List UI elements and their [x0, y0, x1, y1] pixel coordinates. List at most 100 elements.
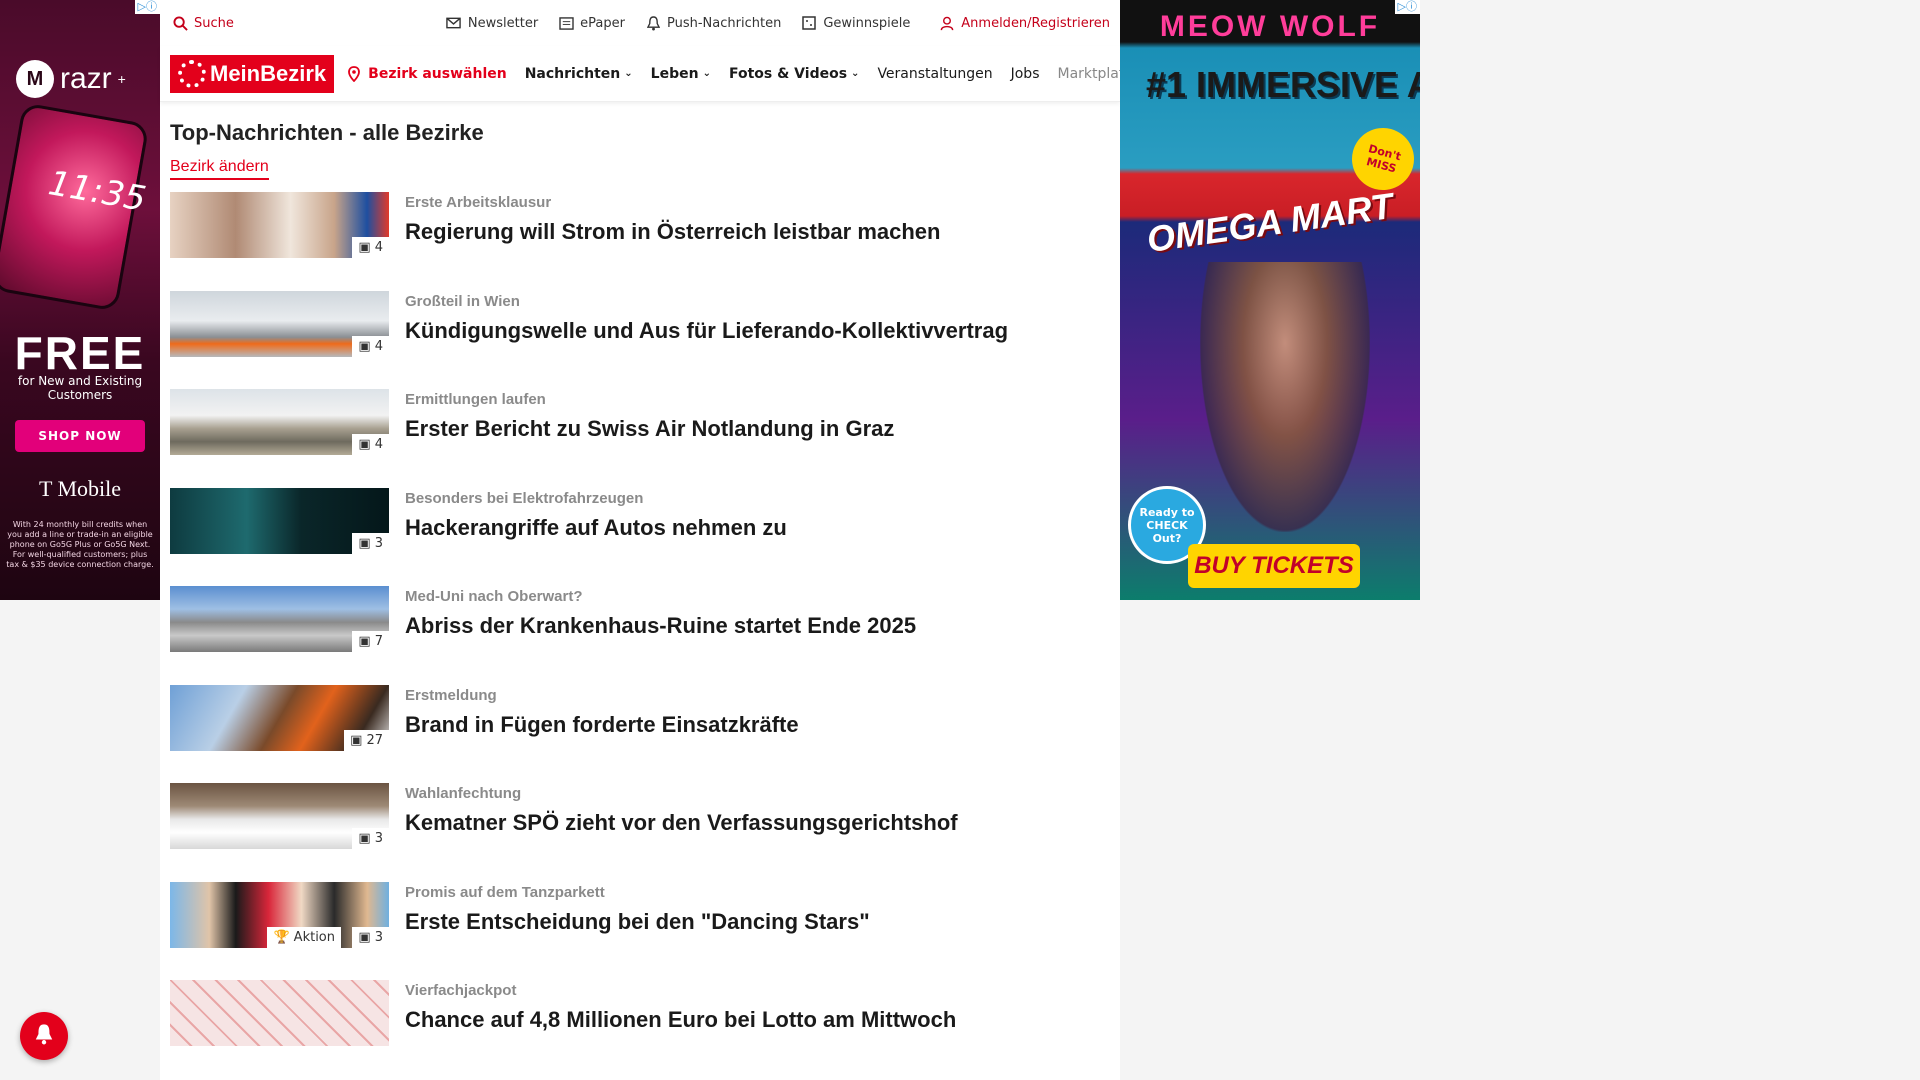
article-kicker: Wahlanfechtung [405, 785, 522, 802]
ad-buy-tickets-button[interactable]: BUY TICKETS [1188, 544, 1360, 588]
article-kicker: Großteil in Wien [405, 292, 520, 310]
article-thumbnail[interactable]: ▣ 4 [170, 290, 389, 357]
chevron-down-icon: ⌄ [702, 68, 711, 79]
nav-item-marktplatz[interactable]: Marktplatz [1057, 66, 1120, 82]
change-district-link[interactable]: Bezirk ändern [170, 158, 269, 180]
article-item[interactable]: ▣ 4 Großteil in Wien Kündigungswelle und A… [170, 290, 1110, 390]
image-gallery-icon: ▣ [358, 437, 371, 452]
search-link[interactable]: Suche [172, 15, 234, 31]
article-kicker: Erste Arbeitsklausur [405, 194, 552, 211]
user-icon [939, 15, 955, 31]
article-headline[interactable]: Kematner SPÖ zieht vor den Verfassungsge… [405, 810, 958, 836]
article-list: ▣ 4 Erste Arbeitsklausur Regierung will St… [170, 192, 1110, 1079]
article-thumbnail[interactable]: ▣ 27 [170, 684, 389, 751]
ad-brand: MEOW WOLF [1159, 10, 1381, 43]
article-thumbnail[interactable]: ▣ 3 [170, 783, 389, 849]
right-advertisement[interactable]: ▷ⓘ MEOW WOLF #1 IMMERSIVE ATTRACTION IN … [1120, 0, 1420, 600]
top-utility-bar: Suche Newsletter ePaper Push-Nachrichten… [160, 0, 1120, 46]
nav-item-jobs[interactable]: Jobs [1011, 66, 1040, 82]
bell-icon [645, 15, 661, 31]
article-thumbnail[interactable] [170, 980, 389, 1046]
image-gallery-icon: ▣ [350, 732, 363, 748]
ad-omega-mart-logo: OMEGA MART [1144, 184, 1396, 261]
photo-count: ▣ 3 [352, 828, 389, 849]
chevron-down-icon: ⌄ [624, 68, 633, 79]
article-headline[interactable]: Erste Entscheidung bei den "Dancing Star… [405, 909, 870, 935]
article-headline[interactable]: Regierung will Strom in Österreich leist… [405, 219, 940, 245]
image-gallery-icon: ▣ [358, 338, 371, 354]
login-register-link[interactable]: Anmelden/Registrieren [939, 15, 1110, 31]
nav-item-nachrichten[interactable]: Nachrichten ⌄ [525, 66, 633, 82]
photo-count: ▣ 4 [352, 237, 389, 258]
article-headline[interactable]: Chance auf 4,8 Millionen Euro bei Lotto … [405, 1007, 956, 1033]
mail-icon [446, 15, 462, 31]
article-item[interactable]: ▣ 3 Besonders bei Elektrofahrzeugen Hacker… [170, 487, 1110, 587]
article-kicker: Erstmeldung [405, 686, 497, 704]
newspaper-icon [558, 15, 574, 31]
photo-count: ▣ 7 [352, 631, 389, 652]
article-kicker: Med-Uni nach Oberwart? [405, 588, 583, 605]
article-thumbnail[interactable]: ▣ 4 [170, 192, 389, 258]
article-headline[interactable]: Brand in Fügen forderte Einsatzkräfte [405, 712, 799, 738]
article-headline[interactable]: Erster Bericht zu Swiss Air Notlandung i… [405, 416, 894, 442]
article-item[interactable]: 🏆 Aktion ▣ 3 Promis auf dem Tanzparkett Ers… [170, 881, 1110, 981]
ad-phone-time: 11:35 [45, 163, 149, 220]
ad-phone-image: 11:35 [0, 102, 150, 312]
ad-fine-print: With 24 monthly bill credits when you ad… [6, 520, 154, 569]
promo-badge: 🏆 Aktion [267, 926, 341, 948]
article-item[interactable]: ▣ 27 Erstmeldung Brand in Fügen forderte E… [170, 684, 1110, 784]
ad-advertiser: T Mobile [38, 476, 122, 501]
article-item[interactable]: Vierfachjackpot Chance auf 4,8 Millionen … [170, 980, 1110, 1079]
section-title: Top-Nachrichten - alle Bezirke [170, 120, 484, 145]
notification-bell-button[interactable] [20, 1012, 68, 1060]
article-kicker: Besonders bei Elektrofahrzeugen [405, 489, 644, 507]
ad-headline: FREE [14, 327, 146, 379]
nav-item-fotos-videos[interactable]: Fotos & Videos ⌄ [729, 66, 859, 82]
image-gallery-icon: ▣ [358, 240, 371, 255]
ad-headline: #1 IMMERSIVE ATTRACTION IN LAS VEGAS [1146, 64, 1420, 105]
article-thumbnail[interactable]: ▣ 4 [170, 389, 389, 455]
article-headline[interactable]: Kündigungswelle und Aus für Lieferando-K… [405, 318, 1008, 344]
photo-count: ▣ 27 [344, 729, 389, 751]
site-logo[interactable]: MeinBezirk [170, 54, 335, 93]
nav-item-veranstaltungen[interactable]: Veranstaltungen [877, 66, 992, 82]
article-kicker: Promis auf dem Tanzparkett [405, 883, 605, 901]
article-item[interactable]: ▣ 3 Wahlanfechtung Kematner SPÖ zieht vor … [170, 783, 1110, 882]
ad-shop-now-button[interactable]: SHOP NOW [15, 420, 145, 452]
select-district-button[interactable]: Bezirk auswählen [346, 66, 507, 82]
article-item[interactable]: ▣ 4 Ermittlungen laufen Erster Bericht zu … [170, 389, 1110, 488]
trophy-icon: 🏆 [273, 929, 290, 945]
left-advertisement[interactable]: ▷ⓘ M razr + 11:35 FREE for New and Existi… [0, 0, 160, 600]
newsletter-link[interactable]: Newsletter [446, 15, 538, 31]
main-column: Suche Newsletter ePaper Push-Nachrichten… [160, 0, 1120, 1080]
article-headline[interactable]: Abriss der Krankenhaus-Ruine startet End… [405, 613, 916, 639]
image-gallery-icon: ▣ [358, 634, 371, 649]
article-item[interactable]: ▣ 7 Med-Uni nach Oberwart? Abriss der Kran… [170, 586, 1110, 685]
push-notifications-link[interactable]: Push-Nachrichten [645, 15, 781, 31]
logo-flower-icon [178, 59, 206, 88]
photo-count: ▣ 3 [352, 926, 389, 948]
ad-people-image [1200, 262, 1370, 532]
bell-icon [34, 1023, 54, 1049]
article-thumbnail[interactable]: 🏆 Aktion ▣ 3 [170, 881, 389, 948]
location-pin-icon [346, 65, 362, 82]
nav-item-leben[interactable]: Leben ⌄ [651, 66, 711, 82]
photo-count: ▣ 4 [352, 335, 389, 357]
search-icon [172, 15, 188, 31]
epaper-link[interactable]: ePaper [558, 15, 625, 31]
main-navigation: MeinBezirk Bezirk auswählen Nachrichten ⌄… [160, 46, 1120, 102]
article-headline[interactable]: Hackerangriffe auf Autos nehmen zu [405, 515, 787, 541]
image-gallery-icon: ▣ [358, 929, 371, 945]
contests-link[interactable]: Gewinnspiele [801, 15, 910, 31]
article-kicker: Ermittlungen laufen [405, 391, 546, 408]
article-thumbnail[interactable]: ▣ 3 [170, 487, 389, 554]
ad-brand: M razr + [16, 60, 126, 98]
photo-count: ▣ 4 [352, 434, 389, 455]
article-item[interactable]: ▣ 4 Erste Arbeitsklausur Regierung will St… [170, 192, 1110, 291]
chevron-down-icon: ⌄ [851, 68, 860, 79]
ad-choices-icon[interactable]: ▷ⓘ [134, 0, 160, 14]
image-gallery-icon: ▣ [358, 831, 371, 846]
article-thumbnail[interactable]: ▣ 7 [170, 586, 389, 652]
motorola-logo-icon: M [16, 60, 54, 98]
ad-subline: for New and Existing Customers [17, 374, 143, 402]
